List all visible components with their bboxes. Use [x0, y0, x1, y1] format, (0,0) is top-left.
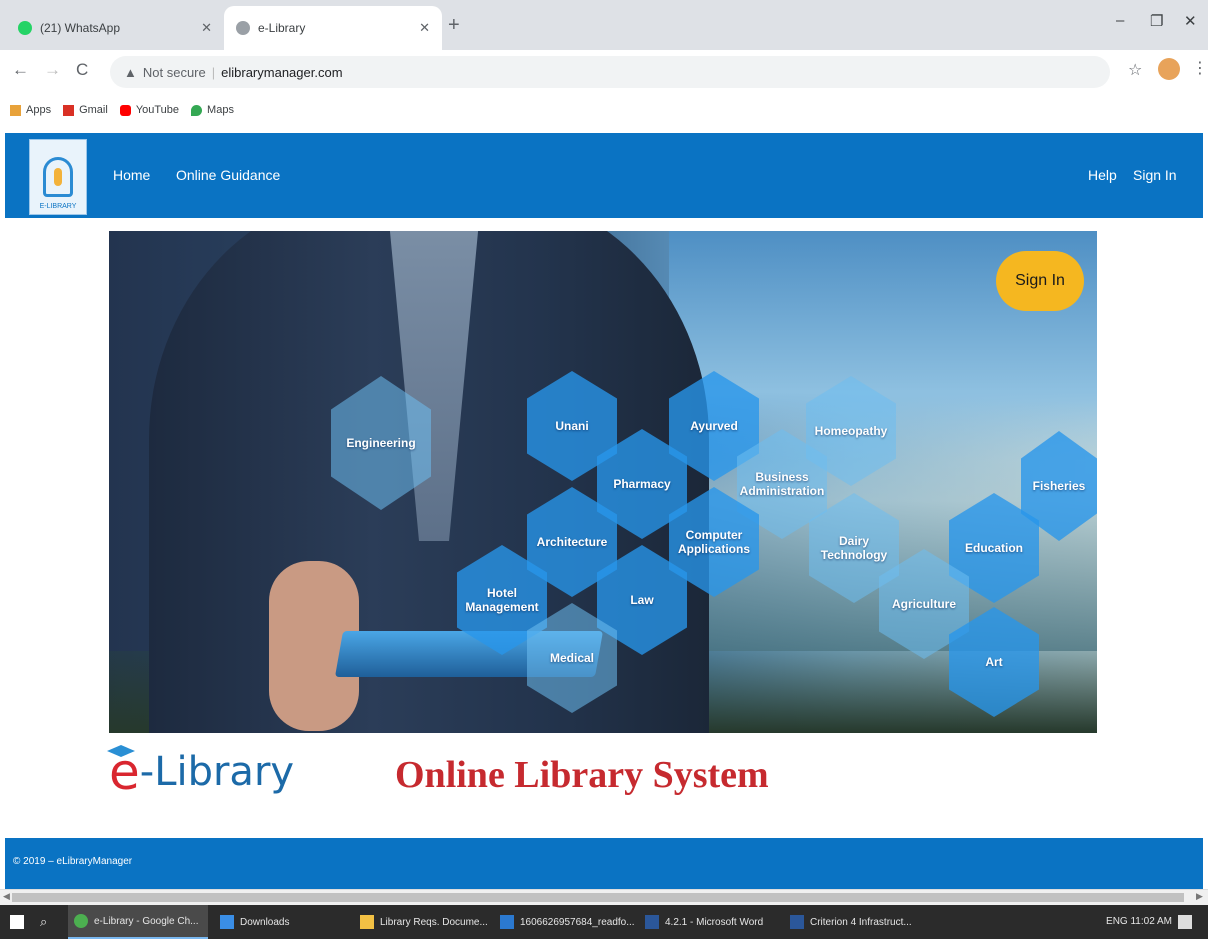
- taskbar-item-label: Criterion 4 Infrastruct...: [810, 916, 912, 928]
- tab-title: (21) WhatsApp: [40, 21, 121, 35]
- close-tab-icon[interactable]: ✕: [201, 20, 212, 36]
- notifications-icon[interactable]: [1178, 905, 1192, 939]
- url-text: elibrarymanager.com: [221, 64, 343, 80]
- warning-icon: ▲: [124, 64, 137, 80]
- restore-button[interactable]: ❐: [1150, 12, 1163, 30]
- file-icon: [500, 915, 514, 929]
- windows-start-button[interactable]: [10, 905, 24, 939]
- close-tab-icon[interactable]: ✕: [419, 20, 430, 36]
- notification-bubble-icon: [1178, 915, 1192, 929]
- search-icon[interactable]: ⌕: [40, 905, 47, 939]
- bookmark-label: Gmail: [79, 104, 108, 116]
- reload-button[interactable]: C: [76, 60, 88, 80]
- system-tray-clock[interactable]: ENG 11:02 AM: [1106, 916, 1172, 927]
- site-logo[interactable]: E-LIBRARY: [29, 139, 87, 215]
- nav-home-link[interactable]: Home: [113, 167, 150, 183]
- chrome-icon: [74, 914, 88, 928]
- scroll-left-icon[interactable]: ◀: [3, 891, 10, 902]
- brand-e: e: [107, 743, 140, 801]
- taskbar-item-label: Library Reqs. Docume...: [380, 916, 488, 928]
- bookmark-star-icon[interactable]: ☆: [1128, 60, 1142, 80]
- browser-menu-icon[interactable]: ⋮: [1192, 58, 1208, 78]
- taskbar-item-label: e-Library - Google Ch...: [94, 915, 199, 927]
- taskbar-item-label: Downloads: [240, 916, 290, 928]
- new-tab-button[interactable]: +: [448, 14, 460, 37]
- taskbar-item-chrome[interactable]: e-Library - Google Ch...: [68, 905, 208, 939]
- horizontal-scrollbar[interactable]: ◀ ▶: [0, 889, 1208, 905]
- bookmark-youtube[interactable]: YouTube: [119, 104, 180, 116]
- elibrary-page: E-LIBRARY Home Online Guidance Help Sign…: [5, 125, 1203, 889]
- logo-emblem-icon: [43, 157, 73, 197]
- taskbar-item-readfo[interactable]: 1606626957684_readfo...: [500, 905, 635, 939]
- bookmark-label: YouTube: [135, 104, 180, 116]
- site-tagline: Online Library System: [395, 754, 769, 796]
- security-label: Not secure: [142, 64, 206, 80]
- forward-button[interactable]: →: [44, 60, 61, 80]
- bookmark-maps[interactable]: Maps: [191, 104, 234, 116]
- separator: |: [211, 64, 216, 80]
- windows-taskbar: ⌕ e-Library - Google Ch... Downloads Lib…: [0, 905, 1208, 939]
- apps-grid-icon: [10, 104, 21, 116]
- scroll-right-icon[interactable]: ▶: [1196, 891, 1203, 902]
- download-icon: [220, 915, 234, 929]
- taskbar-item-label: 1606626957684_readfo...: [520, 916, 635, 928]
- elibrary-brand-logo: e -Library: [107, 737, 295, 807]
- close-window-button[interactable]: ✕: [1184, 12, 1197, 30]
- youtube-icon: [119, 104, 131, 116]
- top-navbar: E-LIBRARY Home Online Guidance Help Sign…: [5, 133, 1203, 218]
- logo-label: E-LIBRARY: [39, 203, 77, 210]
- tab-elibrary[interactable]: e-Library ✕: [224, 6, 442, 50]
- address-bar[interactable]: ▲ Not secure | elibrarymanager.com: [110, 56, 1110, 88]
- tab-whatsapp[interactable]: (21) WhatsApp ✕: [6, 6, 224, 50]
- taskbar-item-word[interactable]: 4.2.1 - Microsoft Word: [645, 905, 763, 939]
- word-icon: [790, 915, 804, 929]
- windows-logo-icon: [10, 915, 24, 929]
- bookmark-label: Apps: [26, 104, 52, 116]
- footer-copyright: © 2019 – eLibraryManager: [13, 856, 133, 867]
- site-footer: © 2019 – eLibraryManager: [5, 838, 1203, 889]
- browser-tab-strip: (21) WhatsApp ✕ e-Library ✕ + – ❐ ✕: [0, 0, 1208, 50]
- taskbar-item-criterion[interactable]: Criterion 4 Infrastruct...: [790, 905, 912, 939]
- nav-help-link[interactable]: Help: [1088, 167, 1117, 183]
- whatsapp-icon: [18, 21, 32, 35]
- bookmark-apps[interactable]: Apps: [10, 104, 51, 116]
- folder-icon: [360, 915, 374, 929]
- brand-name: -Library: [139, 749, 295, 795]
- taskbar-item-downloads[interactable]: Downloads: [220, 905, 289, 939]
- globe-icon: [236, 21, 250, 35]
- minimize-button[interactable]: –: [1116, 12, 1124, 29]
- hero-banner: Engineering Unani Ayurved Homeopathy Pha…: [109, 231, 1097, 733]
- nav-signin-link[interactable]: Sign In: [1133, 167, 1177, 183]
- profile-avatar[interactable]: [1158, 58, 1180, 80]
- taskbar-item-library-docs[interactable]: Library Reqs. Docume...: [360, 905, 488, 939]
- nav-online-guidance-link[interactable]: Online Guidance: [176, 167, 280, 183]
- scrollbar-thumb[interactable]: [12, 893, 1184, 902]
- bookmark-label: Maps: [207, 104, 234, 116]
- bookmark-gmail[interactable]: Gmail: [63, 104, 108, 116]
- maps-pin-icon: [191, 104, 203, 116]
- hero-signin-button[interactable]: Sign In: [996, 251, 1084, 311]
- taskbar-item-label: 4.2.1 - Microsoft Word: [665, 916, 764, 928]
- back-button[interactable]: ←: [12, 60, 29, 80]
- bookmarks-bar: Apps Gmail YouTube Maps: [0, 95, 1208, 125]
- tab-title: e-Library: [258, 21, 306, 35]
- gmail-icon: [63, 104, 75, 116]
- word-icon: [645, 915, 659, 929]
